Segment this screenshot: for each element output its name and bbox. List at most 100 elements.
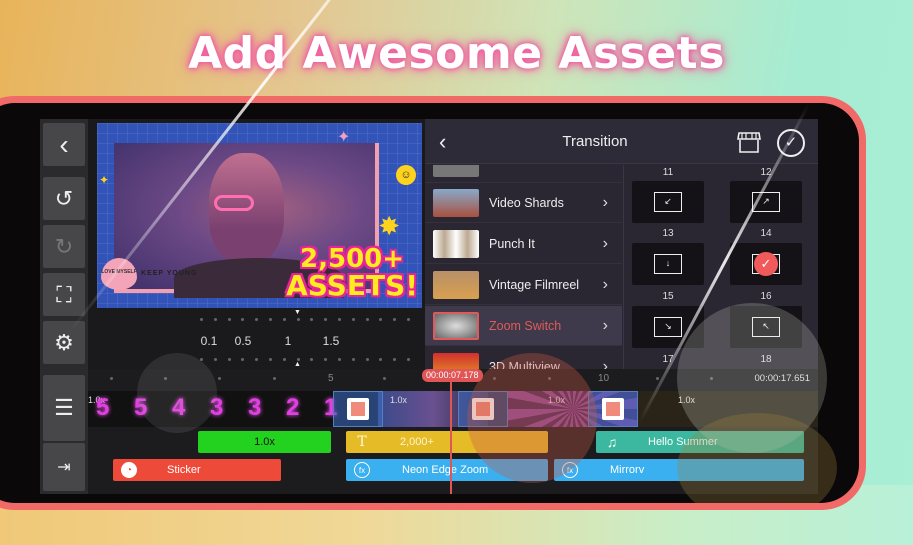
- ruler-dots-top: [190, 318, 420, 322]
- fx-icon: fx: [562, 462, 578, 478]
- ruler-label: 0.1: [200, 334, 218, 348]
- assets-badge: 2,500+ ASSETS!: [286, 246, 418, 300]
- timeline[interactable]: 5 10 00:00:17.651 00:00:07.178 1.0x 5 5 …: [88, 369, 818, 494]
- countdown-frame: 5: [134, 394, 148, 421]
- playhead[interactable]: [450, 381, 452, 494]
- export-button[interactable]: ⇥: [43, 443, 85, 491]
- list-item[interactable]: [425, 165, 622, 183]
- layer-label: Hello Summer: [648, 436, 718, 448]
- glasses-graphic: [214, 195, 254, 211]
- audio-layer[interactable]: ♫ Hello Summer: [596, 431, 804, 453]
- end-time: 00:00:17.651: [754, 373, 810, 384]
- preset-tile-11[interactable]: ↙: [632, 181, 704, 223]
- list-item-video-shards[interactable]: Video Shards ›: [425, 183, 622, 223]
- preset-number: 11: [662, 167, 674, 178]
- chevron-right-icon: ›: [602, 193, 608, 211]
- green-screen-layer[interactable]: 1.0x: [198, 431, 331, 453]
- transition-handle[interactable]: [588, 391, 638, 427]
- panel-header: ‹ Transition ✓: [425, 119, 818, 164]
- category-thumbnail: [433, 352, 479, 369]
- text-layer[interactable]: T 2,000+: [346, 431, 548, 453]
- sticker-layer[interactable]: ◔ Sticker: [113, 459, 281, 481]
- back-button[interactable]: ‹: [43, 123, 85, 166]
- layer-label: Sticker: [167, 464, 201, 476]
- phone-screen-bezel: ‹ ↺ ↻ ⛶ ⚙ ☰ ⇥ ✦ ✦ ☺ ✸ LOVE MYSELF KEEP Y…: [0, 103, 859, 503]
- countdown-frame: 4: [172, 394, 186, 421]
- zoom-out-corner-arrows-icon: ↖: [752, 317, 780, 337]
- video-track[interactable]: 1.0x 5 5 4 3 3 2 1 1.0x 1.0x 1.0x: [88, 391, 818, 427]
- ruler-label: 1: [284, 334, 292, 348]
- tick: [493, 377, 496, 380]
- tick: [656, 377, 659, 380]
- zoom-corner-arrows-icon: ↘: [654, 317, 682, 337]
- video-preview[interactable]: ✦ ✦ ☺ ✸ LOVE MYSELF KEEP YOUNG 2,500+ AS…: [97, 123, 422, 308]
- ruler-label: 1.5: [322, 334, 340, 348]
- list-item-punch-it[interactable]: Punch It ›: [425, 224, 622, 264]
- list-item-vintage-filmreel[interactable]: Vintage Filmreel ›: [425, 265, 622, 305]
- video-clip[interactable]: [638, 391, 818, 427]
- expand-tracks-button[interactable]: ☰: [43, 375, 85, 441]
- transition-category-list[interactable]: Video Shards › Punch It › Vintage Filmre…: [425, 165, 622, 369]
- tick: [383, 377, 386, 380]
- tick: [710, 377, 713, 380]
- panel-title: Transition: [562, 133, 628, 150]
- smiley-sticker-icon: ☺: [396, 165, 416, 185]
- left-toolbar: ‹ ↺ ↻ ⛶ ⚙ ☰ ⇥: [40, 119, 88, 494]
- list-item-3d-multiview[interactable]: 3D Multiview ›: [425, 347, 622, 369]
- layer-label: 1.0x: [254, 436, 275, 448]
- settings-button[interactable]: ⚙: [43, 321, 85, 364]
- category-label: Punch It: [489, 236, 535, 251]
- fx-icon: fx: [354, 462, 370, 478]
- tick: [273, 377, 276, 380]
- preset-tile-13[interactable]: ↓: [632, 243, 704, 285]
- chevron-right-icon: ›: [602, 275, 608, 293]
- undo-button[interactable]: ↺: [43, 177, 85, 220]
- speed-ruler[interactable]: ▼ 0.1 0.5 1 1.5 ▲: [190, 309, 420, 369]
- layer-label: Neon Edge Zoom: [402, 464, 489, 476]
- transition-icon: [602, 398, 624, 420]
- countdown-frame: 5: [96, 394, 110, 421]
- effect-layer-neon-edge-zoom[interactable]: fx Neon Edge Zoom: [346, 459, 548, 481]
- chevron-right-icon: ›: [602, 234, 608, 252]
- undo-icon: ↺: [54, 185, 74, 211]
- sparkle-icon: ✦: [99, 173, 110, 187]
- star-sticker-icon: ✸: [378, 211, 400, 241]
- effect-layer-mirrorv[interactable]: fx Mirrorv: [554, 459, 804, 481]
- phone-frame: ‹ ↺ ↻ ⛶ ⚙ ☰ ⇥ ✦ ✦ ☺ ✸ LOVE MYSELF KEEP Y…: [0, 96, 866, 510]
- redo-icon: ↻: [54, 233, 74, 259]
- clip-speed: 1.0x: [390, 395, 408, 405]
- current-time-badge: 00:00:07.178: [422, 369, 483, 382]
- transition-handle[interactable]: [458, 391, 508, 427]
- category-label: Video Shards: [489, 195, 564, 210]
- store-icon[interactable]: [737, 131, 761, 153]
- layer-label: Mirrorv: [610, 464, 645, 476]
- preset-number: 12: [760, 167, 772, 178]
- chevron-right-icon: ›: [602, 316, 608, 334]
- ruler-labels: 0.1 0.5 1 1.5: [190, 334, 420, 350]
- redo-button[interactable]: ↻: [43, 225, 85, 268]
- transition-handle[interactable]: [333, 391, 383, 427]
- crop-button[interactable]: ⛶: [43, 273, 85, 316]
- transition-icon: [347, 398, 369, 420]
- clip-speed: 1.0x: [548, 395, 566, 405]
- preset-tile-14-selected[interactable]: ✓: [730, 243, 802, 285]
- preset-tile-16[interactable]: ↖: [730, 306, 802, 348]
- category-thumbnail: [433, 311, 479, 340]
- ruler-label: 5: [328, 373, 334, 384]
- chevron-left-icon: ‹: [59, 128, 69, 160]
- preset-number: 18: [760, 354, 772, 365]
- ruler-pointer-bottom-icon: ▲: [294, 361, 301, 368]
- ruler-label: 0.5: [234, 334, 252, 348]
- zoom-in-arrows-icon: ↙: [654, 192, 682, 212]
- tick: [110, 377, 113, 380]
- ruler-label: 10: [598, 373, 610, 384]
- preset-tile-15[interactable]: ↘: [632, 306, 704, 348]
- headline: Add Awesome Assets: [188, 28, 725, 79]
- preset-number: 13: [662, 228, 674, 239]
- countdown-frame: 3: [210, 394, 224, 421]
- expand-tracks-icon: ☰: [54, 395, 74, 420]
- sticker-icon: ◔: [121, 462, 137, 478]
- category-label: Zoom Switch: [489, 318, 562, 333]
- list-item-zoom-switch[interactable]: Zoom Switch ›: [425, 306, 622, 346]
- countdown-frame: 2: [286, 394, 300, 421]
